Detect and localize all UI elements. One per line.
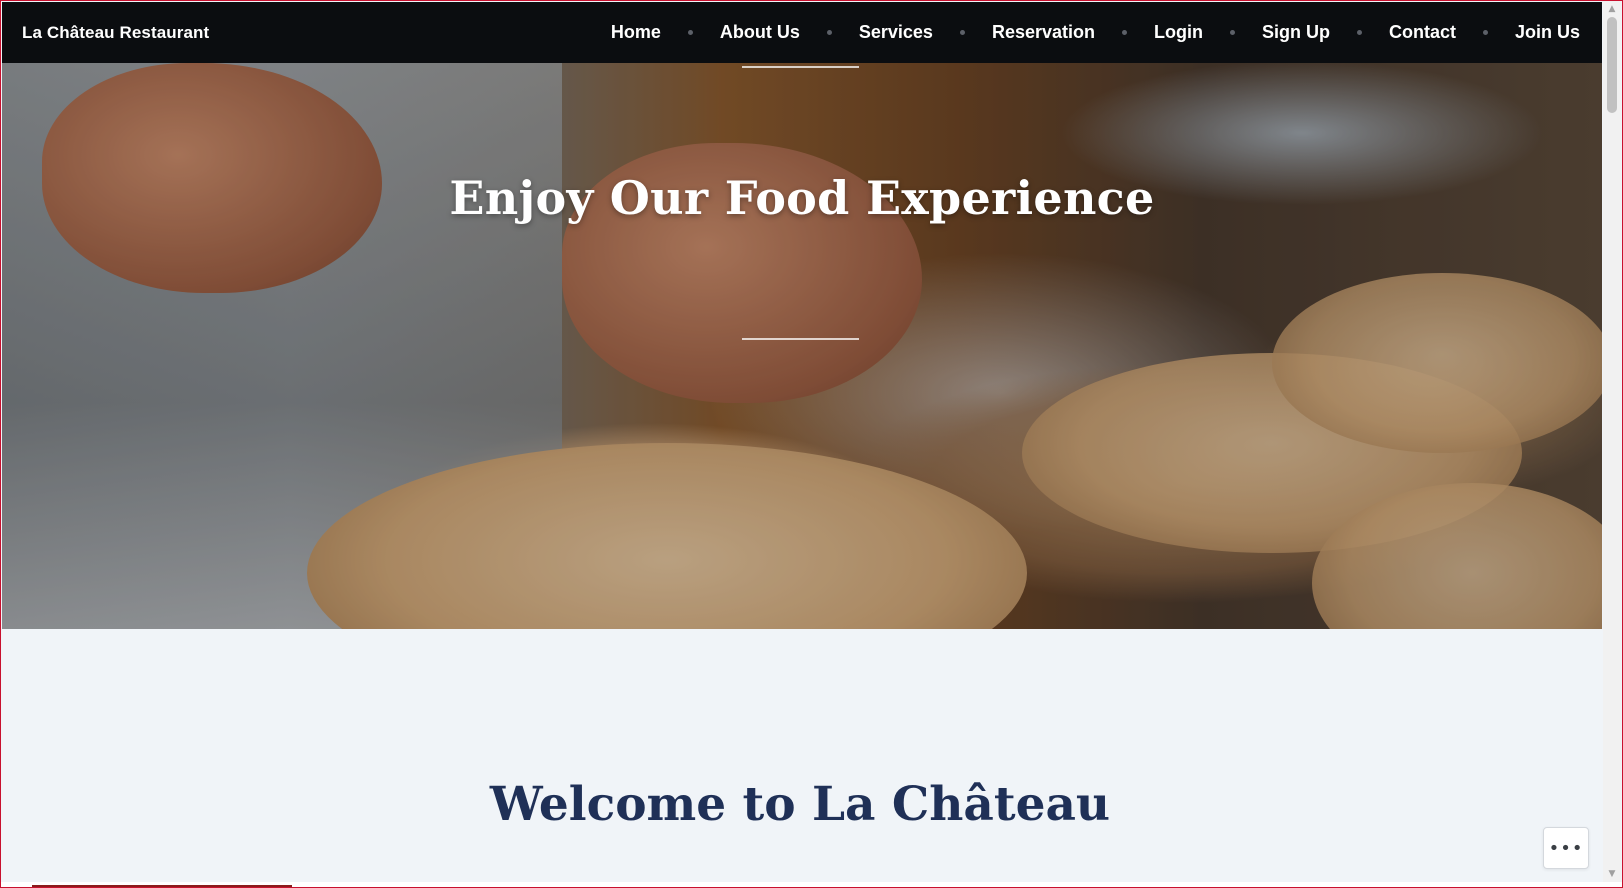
nav-contact-link[interactable]: Contact <box>1387 22 1458 43</box>
main-nav-menu: Home About Us Services Reservation Login… <box>609 22 1582 43</box>
nav-separator-dot <box>687 30 693 35</box>
hero-title: Enjoy Our Food Experience <box>449 171 1155 225</box>
ellipsis-icon: ••• <box>1548 837 1584 859</box>
nav-join-us-link[interactable]: Join Us <box>1513 22 1582 43</box>
scroll-down-arrow-icon[interactable]: ▼ <box>1603 866 1621 882</box>
more-options-button[interactable]: ••• <box>1543 827 1589 869</box>
hero-top-divider <box>742 66 859 68</box>
nav-services-link[interactable]: Services <box>857 22 935 43</box>
nav-separator-dot <box>1229 30 1235 35</box>
scrollbar-thumb[interactable] <box>1607 17 1617 113</box>
nav-separator-dot <box>826 30 832 35</box>
nav-home-link[interactable]: Home <box>609 22 663 43</box>
scroll-up-arrow-icon[interactable]: ▲ <box>1603 1 1621 17</box>
hero-overlay <box>2 63 1602 629</box>
nav-login-link[interactable]: Login <box>1152 22 1205 43</box>
site-brand-link[interactable]: La Château Restaurant <box>22 23 209 43</box>
nav-sign-up-link[interactable]: Sign Up <box>1260 22 1332 43</box>
top-navbar: La Château Restaurant Home About Us Serv… <box>2 2 1602 63</box>
nav-separator-dot <box>1356 30 1362 35</box>
window-bottom-accent <box>32 885 292 887</box>
nav-about-us-link[interactable]: About Us <box>718 22 802 43</box>
page-scrollbar[interactable]: ▲ ▼ <box>1603 1 1621 882</box>
nav-separator-dot <box>1122 30 1127 35</box>
nav-reservation-link[interactable]: Reservation <box>990 22 1097 43</box>
nav-separator-dot <box>959 30 965 35</box>
nav-separator-dot <box>1482 30 1488 35</box>
welcome-heading: Welcome to La Château <box>489 777 1111 832</box>
hero-banner: Enjoy Our Food Experience <box>2 63 1602 629</box>
hero-bottom-divider <box>742 338 859 340</box>
